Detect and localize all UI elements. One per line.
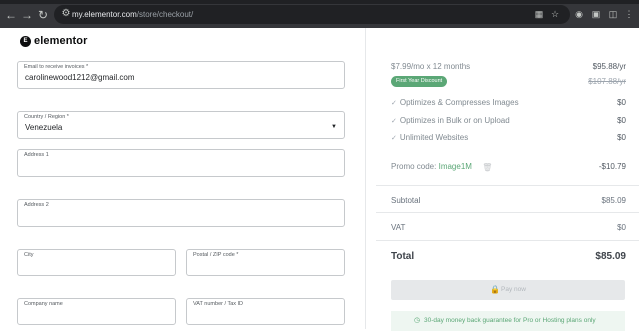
email-field[interactable]: Email to receive invoices * carolinewood… [17,61,345,89]
site-settings-icon[interactable]: ⚙ [60,8,72,20]
email-value[interactable]: carolinewood1212@gmail.com [25,73,135,82]
feature-row: ✓ Optimizes & Compresses Images $0 [391,98,626,110]
total-label: Total [391,251,415,262]
chevron-down-icon[interactable]: ▼ [331,124,337,130]
feature-label: Optimizes & Compresses Images [399,98,519,107]
elementor-logo-text: elementor [34,35,88,47]
country-select[interactable]: Country / Region * Venezuela ▼ [17,111,345,139]
city-label: City [24,252,34,258]
vat-label: VAT [391,223,406,232]
plan-label: $7.99/mo x 12 months [391,62,471,71]
promo-code: Image1M [438,162,472,171]
company-name-label: Company name [24,301,63,307]
plan-price: $95.88/yr [592,62,626,71]
subtotal-row: Subtotal $85.09 [391,196,626,208]
feature-price: $0 [617,133,626,142]
column-divider [365,28,366,329]
sidebar-icon[interactable]: ◫ [606,7,620,21]
page-header: E elementor [0,28,366,56]
original-price: $107.88/yr [588,77,626,86]
plan-row: $7.99/mo x 12 months $95.88/yr [391,62,626,74]
feature-label: Unlimited Websites [399,133,469,142]
check-icon: ✓ [391,135,397,142]
translate-icon[interactable]: ▦ [532,7,546,21]
check-icon: ✓ [391,100,397,107]
company-name-field[interactable]: Company name [17,298,176,325]
address2-label: Address 2 [24,202,49,208]
promo-label: Promo code: [391,162,437,171]
tab-strip [0,0,639,4]
summary-divider [376,185,639,186]
menu-icon[interactable]: ⋮ [622,7,636,21]
checkout-page: E elementor Email to receive invoices * … [0,28,639,331]
clock-icon: ◷ [414,317,421,324]
summary-divider [376,240,639,241]
feature-row: ✓ Optimizes in Bulk or on Upload $0 [391,116,626,128]
feature-price: $0 [617,98,626,107]
extensions-icon[interactable]: ▣ [589,7,603,21]
check-icon: ✓ [391,118,397,125]
promo-amount: -$10.79 [598,162,626,171]
city-field[interactable]: City [17,249,176,276]
order-summary: $7.99/mo x 12 months $95.88/yr First Yea… [376,28,639,331]
discount-badge: First Year Discount [391,76,448,87]
subtotal-label: Subtotal [391,196,421,205]
pay-now-label: Pay now [501,286,526,293]
pay-now-button[interactable]: 🔒 Pay now [391,280,625,300]
vat-row: VAT $0 [391,223,626,235]
promo-row: Promo code: Image1M 🗑 -$10.79 [391,162,626,174]
profile-icon[interactable]: ◉ [572,7,586,21]
country-label: Country / Region * [24,114,69,120]
bookmark-star-icon[interactable]: ☆ [548,7,562,21]
elementor-logo[interactable]: E elementor [20,34,87,48]
address1-field[interactable]: Address 1 [17,149,345,177]
trash-icon[interactable]: 🗑 [482,163,492,172]
postal-code-field[interactable]: Postal / ZIP code * [186,249,345,276]
vat-number-label: VAT number / Tax ID [193,301,244,307]
money-back-notice: ◷ 30-day money back guarantee for Pro or… [391,311,625,331]
elementor-logo-icon: E [20,35,31,47]
forward-icon[interactable]: → [19,7,35,23]
browser-toolbar: ← → ↻ ⚙ my.elementor.com/store/checkout/… [0,0,639,28]
feature-label: Optimizes in Bulk or on Upload [399,116,510,125]
address2-field[interactable]: Address 2 [17,199,345,227]
postal-code-label: Postal / ZIP code * [193,252,239,258]
summary-divider [376,212,639,213]
back-icon[interactable]: ← [3,7,19,23]
total-row: Total $85.09 [391,251,626,263]
email-label: Email to receive invoices * [24,64,89,70]
lock-icon: 🔒 [490,285,500,294]
subtotal-value: $85.09 [601,196,626,205]
address1-label: Address 1 [24,152,49,158]
address-bar[interactable]: ⚙ my.elementor.com/store/checkout/ [54,5,570,24]
total-value: $85.09 [595,251,626,262]
vat-number-field[interactable]: VAT number / Tax ID [186,298,345,325]
vat-value: $0 [617,223,626,232]
country-value[interactable]: Venezuela [25,123,62,132]
feature-price: $0 [617,116,626,125]
reload-icon[interactable]: ↻ [35,7,51,23]
money-back-text: 30-day money back guarantee for Pro or H… [424,317,596,324]
url-text: my.elementor.com/store/checkout/ [72,10,194,19]
feature-row: ✓ Unlimited Websites $0 [391,133,626,145]
